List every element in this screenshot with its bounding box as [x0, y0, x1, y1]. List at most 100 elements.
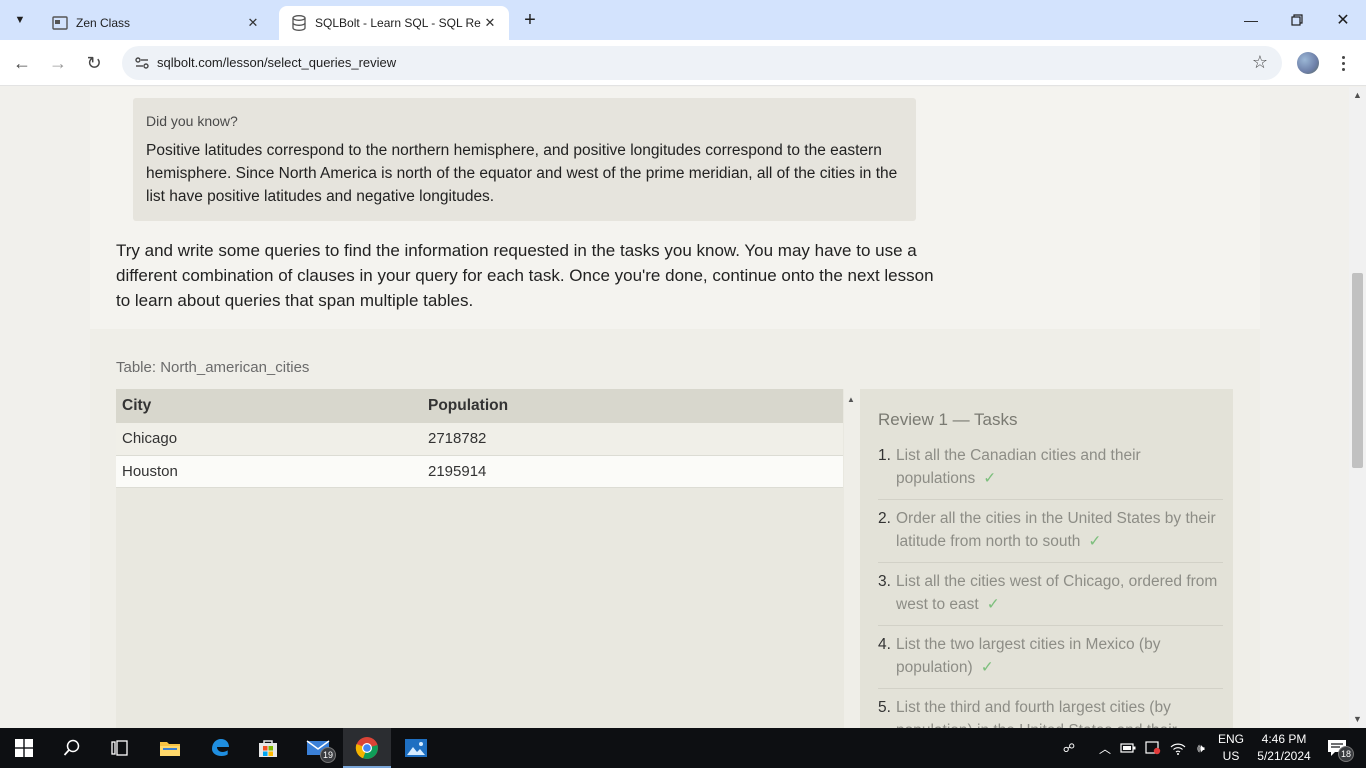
- forward-button[interactable]: →: [44, 49, 72, 77]
- task-text-wrap: List the two largest cities in Mexico (b…: [896, 633, 1223, 679]
- restore-button[interactable]: [1274, 0, 1320, 40]
- tab-search-button[interactable]: ▼: [6, 6, 34, 34]
- scroll-up-arrow-icon[interactable]: ▲: [847, 395, 855, 404]
- close-window-button[interactable]: ✕: [1320, 0, 1366, 40]
- table-scrollbar[interactable]: ▲: [846, 389, 856, 728]
- zen-class-favicon-icon: [52, 15, 68, 31]
- start-button[interactable]: [0, 728, 48, 768]
- arrow-right-icon: →: [49, 52, 67, 73]
- file-explorer-button[interactable]: [146, 728, 194, 768]
- keyboard-layout: US: [1222, 749, 1240, 763]
- folder-icon: [160, 742, 180, 756]
- table-cell: Houston: [116, 455, 422, 488]
- back-button[interactable]: ←: [8, 49, 36, 77]
- page-viewport: Did you know? Positive latitudes corresp…: [0, 87, 1349, 728]
- clock[interactable]: 4:46 PM 5/21/2024: [1252, 731, 1316, 765]
- table-cell: 2718782: [422, 423, 843, 456]
- url-text: sqlbolt.com/lesson/select_queries_review: [157, 55, 397, 70]
- browser-menu-button[interactable]: [1333, 52, 1353, 74]
- minimize-icon: —: [1244, 12, 1258, 28]
- store-icon: [259, 740, 277, 757]
- security-alert-icon: [1145, 741, 1161, 755]
- tip-text: Positive latitudes correspond to the nor…: [146, 142, 898, 205]
- exercise-section: Table: North_american_cities City Popula…: [90, 329, 1260, 728]
- address-bar[interactable]: sqlbolt.com/lesson/select_queries_review…: [122, 46, 1282, 80]
- task-text: List the third and fourth largest cities…: [896, 699, 1177, 728]
- search-button[interactable]: [48, 728, 96, 768]
- checkmark-icon: ✓: [1088, 533, 1102, 550]
- checkmark-icon: ✓: [980, 659, 994, 676]
- task-item: 4. List the two largest cities in Mexico…: [878, 633, 1223, 689]
- task-item: 2. Order all the cities in the United St…: [878, 507, 1223, 563]
- battery-button[interactable]: [1118, 728, 1138, 768]
- task-number: 5.: [878, 699, 891, 716]
- photos-icon: [405, 739, 427, 757]
- action-center-button[interactable]: 18: [1320, 734, 1354, 762]
- profile-avatar[interactable]: [1297, 52, 1319, 74]
- chrome-icon: [355, 737, 378, 759]
- arrow-left-icon: ←: [13, 52, 31, 73]
- wifi-icon: [1170, 743, 1186, 755]
- task-text: List all the Canadian cities and their p…: [896, 447, 1141, 487]
- tip-title: Did you know?: [146, 113, 238, 129]
- store-button[interactable]: [244, 728, 292, 768]
- show-hidden-icons-button[interactable]: ︿: [1096, 728, 1114, 768]
- task-item: 3. List all the cities west of Chicago, …: [878, 570, 1223, 626]
- task-text-wrap: List the third and fourth largest cities…: [896, 696, 1223, 728]
- volume-button[interactable]: 🕪: [1190, 728, 1212, 768]
- security-button[interactable]: [1142, 728, 1164, 768]
- chrome-button[interactable]: [343, 728, 391, 768]
- clock-date: 5/21/2024: [1257, 749, 1311, 763]
- tab-title: SQLBolt - Learn SQL - SQL Revie: [315, 16, 481, 30]
- task-view-button[interactable]: [96, 728, 144, 768]
- task-item: 5. List the third and fourth largest cit…: [878, 696, 1223, 728]
- table-row: Chicago 2718782: [116, 423, 843, 456]
- task-text: List the two largest cities in Mexico (b…: [896, 636, 1161, 676]
- new-tab-button[interactable]: +: [518, 8, 542, 32]
- lesson-content: Did you know? Positive latitudes corresp…: [90, 87, 1260, 728]
- task-number: 4.: [878, 636, 891, 653]
- people-button[interactable]: ☍: [1058, 728, 1080, 768]
- reload-button[interactable]: ↻: [80, 49, 108, 77]
- task-view-icon: [111, 740, 128, 756]
- task-number: 1.: [878, 447, 891, 464]
- windows-logo-icon: [15, 739, 33, 757]
- network-button[interactable]: [1168, 728, 1188, 768]
- close-icon: ✕: [1336, 12, 1350, 29]
- column-header-city: City: [116, 389, 422, 423]
- browser-toolbar: ← → ↻ sqlbolt.com/lesson/select_queries_…: [0, 40, 1366, 86]
- photos-button[interactable]: [392, 728, 440, 768]
- task-text: List all the cities west of Chicago, ord…: [896, 573, 1218, 613]
- results-table: City Population Chicago 2718782 Houston …: [116, 389, 843, 488]
- table-header-row: City Population: [116, 389, 843, 423]
- edge-button[interactable]: [196, 728, 244, 768]
- close-icon[interactable]: ✕: [244, 14, 262, 32]
- task-item: 1. List all the Canadian cities and thei…: [878, 444, 1223, 500]
- column-header-population: Population: [422, 389, 843, 423]
- tab-sqlbolt[interactable]: SQLBolt - Learn SQL - SQL Revie ✕: [279, 6, 509, 40]
- chevron-up-icon: ︿: [1098, 741, 1111, 756]
- checkmark-icon: ✓: [983, 470, 997, 487]
- language-code: ENG: [1217, 732, 1244, 746]
- minimize-button[interactable]: —: [1228, 0, 1274, 40]
- scroll-down-arrow-icon[interactable]: ▼: [1353, 714, 1362, 724]
- site-settings-icon[interactable]: [134, 55, 150, 71]
- edge-icon: [212, 739, 229, 756]
- close-icon[interactable]: ✕: [481, 14, 499, 32]
- results-table-container: City Population Chicago 2718782 Houston …: [116, 389, 844, 728]
- scroll-up-arrow-icon[interactable]: ▲: [1353, 90, 1362, 100]
- tab-zen-class[interactable]: Zen Class ✕: [40, 6, 272, 40]
- people-icon: ☍: [1062, 741, 1076, 755]
- did-you-know-box: Did you know? Positive latitudes corresp…: [133, 98, 916, 221]
- page-scrollbar[interactable]: ▲ ▼: [1349, 87, 1366, 728]
- language-indicator[interactable]: ENG US: [1216, 731, 1246, 765]
- task-text-wrap: List all the Canadian cities and their p…: [896, 444, 1223, 490]
- task-text-wrap: List all the cities west of Chicago, ord…: [896, 570, 1223, 616]
- tasks-panel: Review 1 — Tasks 1. List all the Canadia…: [860, 389, 1233, 728]
- scrollbar-thumb[interactable]: [1352, 273, 1363, 468]
- table-caption: Table: North_american_cities: [116, 359, 310, 376]
- lesson-paragraph: Try and write some queries to find the i…: [116, 241, 934, 310]
- windows-taskbar: 19 ☍ ︿ 🕪 ENG US 4:46 PM 5/21/2024 18: [0, 728, 1366, 768]
- mail-button[interactable]: 19: [294, 728, 342, 768]
- bookmark-star-icon[interactable]: ☆: [1252, 52, 1268, 73]
